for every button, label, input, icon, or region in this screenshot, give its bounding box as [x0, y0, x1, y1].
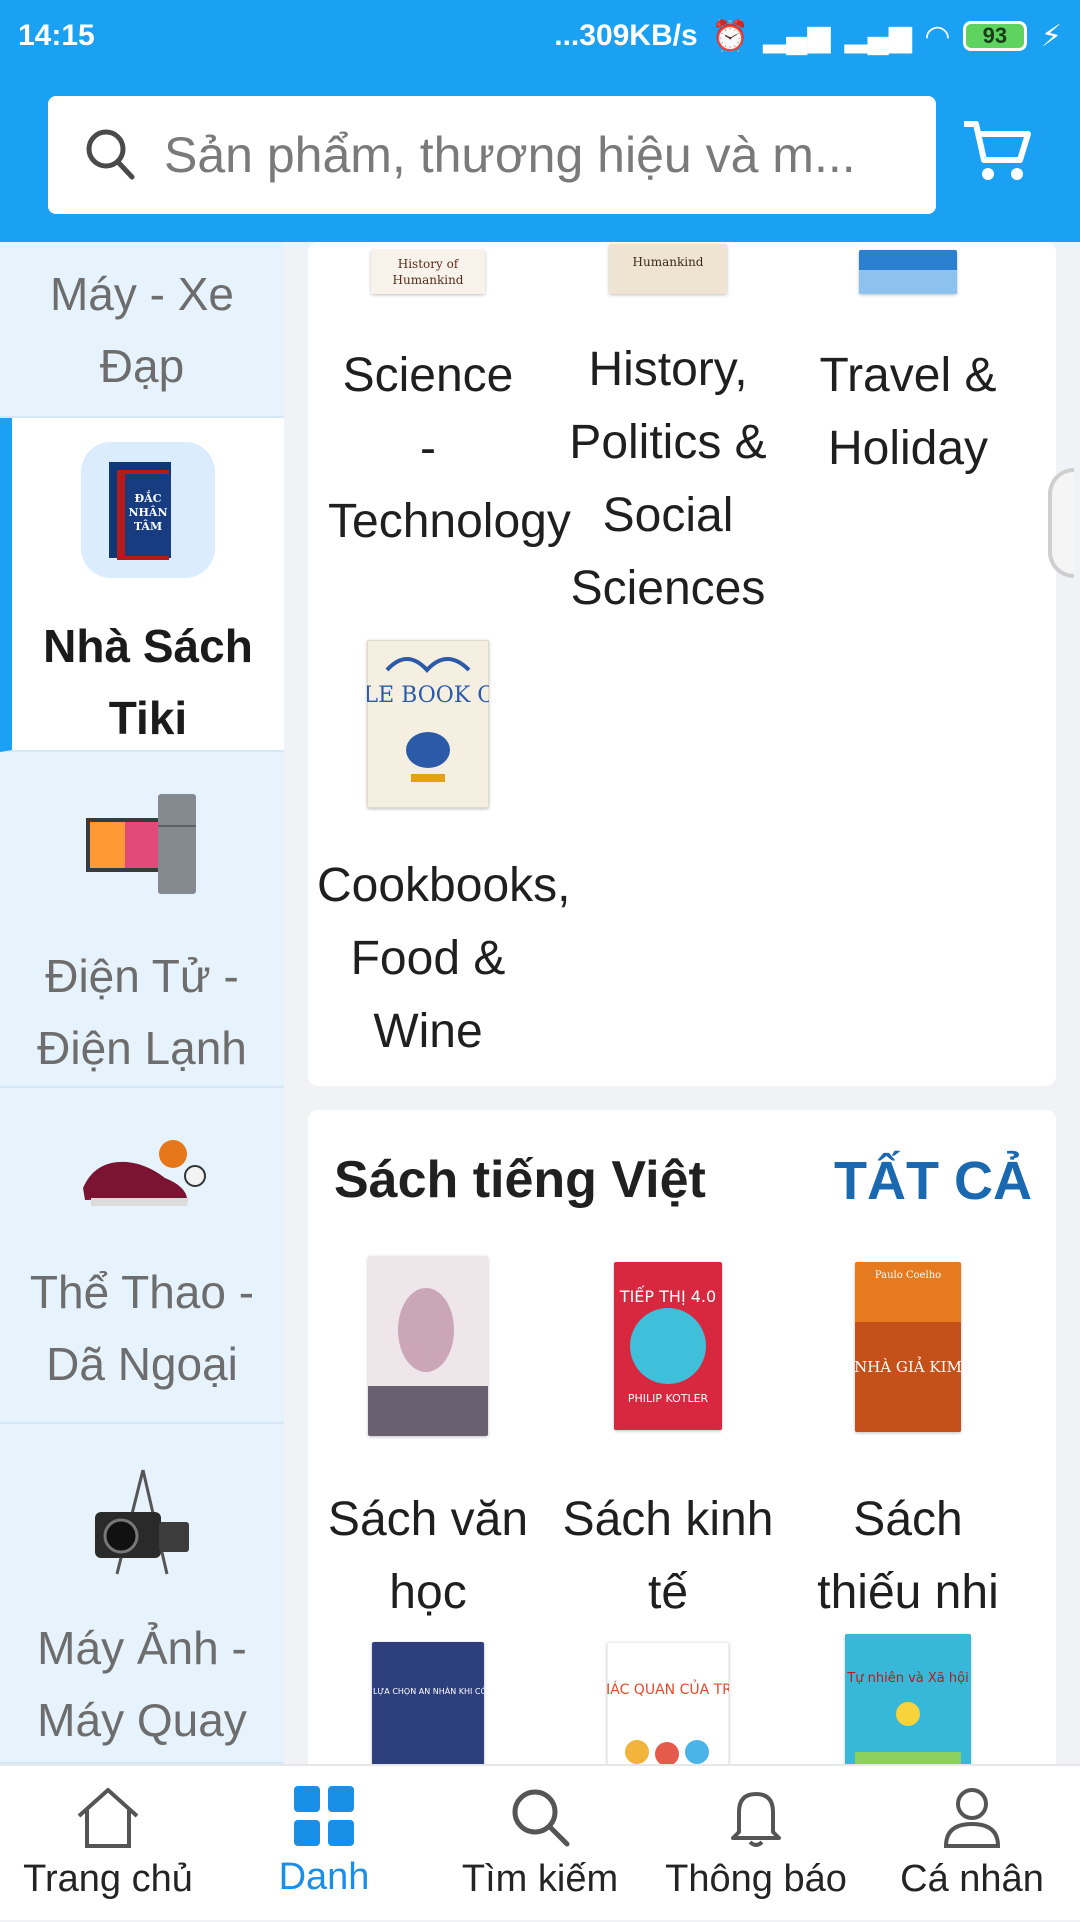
sidebar-item-electronics[interactable]: Điện Tử - Điện Lạnh	[0, 752, 284, 1088]
search-icon	[86, 129, 135, 180]
cover-title: NHÀ GIẢ KIM	[855, 1356, 961, 1376]
sidebar-item-label: Nhà Sách Tiki	[43, 620, 253, 744]
book-cover-thumbnail: History of Humankind	[371, 250, 485, 294]
nav-label: Danh	[278, 1856, 370, 1898]
cover-title: THE LITTLE BOOK OF HYGGE	[367, 683, 489, 708]
svg-text:ĐẮC: ĐẮC	[135, 490, 162, 505]
search-input[interactable]: Sản phẩm, thương hiệu và m...	[48, 96, 936, 214]
book-cover-thumbnail: Humankind	[609, 244, 727, 294]
bottom-navigation: Trang chủ Danh Tìm kiếm Thông báo Cá nhâ…	[0, 1764, 1080, 1920]
camera-icon	[95, 1469, 189, 1575]
svg-text:History of: History of	[398, 257, 460, 271]
home-icon	[77, 1788, 139, 1848]
svg-text:Humankind: Humankind	[393, 273, 464, 287]
category-science-technology[interactable]: History of Humankind Science - Technolog…	[308, 242, 571, 558]
cover-title: ĐỪNG LỰA CHỌN AN NHÀN KHI CÒN TRẺ	[372, 1685, 484, 1696]
book-cover-icon: ĐẮC NHÂN TÂM	[81, 442, 215, 578]
book-cover-thumbnail: Paulo Coelho NHÀ GIẢ KIM	[854, 1262, 962, 1432]
category-sidebar[interactable]: Máy - Xe Đạp ĐẮC NHÂN TÂM Nhà Sách Tiki …	[0, 242, 284, 1764]
book-cover-thumbnail: GIÁC QUAN CỦA TRẺ	[595, 1641, 741, 1770]
wifi-icon: ◠	[925, 19, 949, 53]
cover-title: TIẾP THỊ 4.0	[619, 1285, 716, 1306]
status-time: 14:15	[18, 19, 95, 52]
category-history-politics[interactable]: Humankind History, Politics & Social Sci…	[548, 242, 788, 625]
network-speed: ...309KB/s	[554, 19, 698, 52]
tv-fridge-icon	[86, 794, 196, 894]
category-label: Science - Technology	[328, 349, 571, 548]
sidebar-item-cameras[interactable]: Máy Ảnh - Máy Quay Phim	[0, 1424, 284, 1764]
category-children-books[interactable]: Paulo Coelho NHÀ GIẢ KIM Sách thiếu nhi	[788, 1262, 1028, 1629]
sidebar-item-label: Điện Tử - Điện Lạnh	[37, 950, 247, 1074]
sidebar-item-bicycles[interactable]: Máy - Xe Đạp	[0, 242, 284, 418]
svg-text:PHILIP KOTLER: PHILIP KOTLER	[628, 1392, 709, 1405]
sport-shoes-icon	[83, 1140, 206, 1206]
sidebar-item-label: Máy - Xe Đạp	[49, 268, 235, 392]
book-cover-thumbnail: ĐỪNG LỰA CHỌN AN NHÀN KHI CÒN TRẺ	[345, 1642, 511, 1770]
category-book-5[interactable]: GIÁC QUAN CỦA TRẺ	[548, 1641, 788, 1770]
svg-text:Paulo Coelho: Paulo Coelho	[875, 1270, 941, 1281]
book-cover-thumbnail: Tự nhiên và Xã hội	[845, 1634, 971, 1770]
category-book-6[interactable]: Tự nhiên và Xã hội	[788, 1634, 1028, 1770]
nav-label: Tìm kiếm	[461, 1858, 619, 1900]
app-header: Sản phẩm, thương hiệu và m...	[0, 72, 1080, 242]
cover-title: Tự nhiên và Xã hội	[846, 1671, 968, 1686]
signal-icon-2: ▂▄▆	[844, 19, 912, 53]
sidebar-item-label: Máy Ảnh - Máy Quay Phim	[37, 1622, 247, 1746]
signal-icon: ▂▄▆	[763, 19, 831, 53]
vietnamese-books-card: Sách tiếng Việt TẤT CẢ Sách văn học TIẾP…	[308, 1110, 1056, 1770]
book-cover-thumbnail	[368, 1256, 488, 1436]
book-cover-thumbnail	[859, 250, 957, 294]
bell-icon	[731, 1792, 781, 1847]
category-label: History, Politics & Social Sciences	[569, 343, 767, 615]
category-book-4[interactable]: ĐỪNG LỰA CHỌN AN NHÀN KHI CÒN TRẺ	[308, 1642, 548, 1770]
search-placeholder: Sản phẩm, thương hiệu và m...	[164, 127, 856, 183]
cart-icon[interactable]	[960, 116, 1032, 186]
nav-search[interactable]: Tìm kiếm	[432, 1766, 648, 1922]
see-all-button[interactable]: TẤT CẢ	[834, 1150, 1032, 1212]
section-title: Sách tiếng Việt	[334, 1151, 706, 1209]
status-indicators: ...309KB/s ⏰ ▂▄▆ ▂▄▆ ◠ 93 ⚡	[554, 19, 1062, 54]
nav-profile[interactable]: Cá nhân	[864, 1766, 1080, 1922]
battery-icon: 93	[962, 21, 1027, 51]
category-cookbooks[interactable]: THE LITTLE BOOK OF HYGGE Cookbooks, Food…	[308, 639, 602, 1068]
search-icon	[512, 1789, 570, 1847]
category-literature-books[interactable]: Sách văn học	[308, 1256, 548, 1629]
user-icon	[943, 1788, 1001, 1848]
book-cover-thumbnail: TIẾP THỊ 4.0 PHILIP KOTLER	[614, 1262, 722, 1430]
active-category-pointer	[258, 548, 284, 604]
sidebar-item-sports[interactable]: Thể Thao - Dã Ngoại	[0, 1088, 284, 1424]
nav-home[interactable]: Trang chủ	[0, 1766, 216, 1922]
svg-text:NHÂN: NHÂN	[128, 505, 167, 519]
english-books-card: History of Humankind Science - Technolog…	[308, 242, 1056, 1086]
category-label: Sách văn học	[327, 1493, 529, 1619]
category-economics-books[interactable]: TIẾP THỊ 4.0 PHILIP KOTLER Sách kinh tế	[548, 1262, 788, 1629]
book-cover-thumbnail: THE LITTLE BOOK OF HYGGE	[308, 639, 602, 809]
category-label: Travel & Holiday	[819, 349, 997, 475]
nav-notifications[interactable]: Thông báo	[648, 1766, 864, 1922]
svg-text:Humankind: Humankind	[633, 255, 704, 269]
svg-text:TÂM: TÂM	[134, 519, 162, 533]
sidebar-item-tiki-books[interactable]: ĐẮC NHÂN TÂM Nhà Sách Tiki	[0, 418, 284, 752]
nav-categories[interactable]: Danh	[216, 1766, 432, 1922]
category-label: Sách thiếu nhi	[817, 1493, 999, 1619]
category-label: Cookbooks, Food & Wine	[317, 859, 571, 1058]
category-travel-holiday[interactable]: Travel & Holiday	[788, 242, 1028, 485]
nav-label: Trang chủ	[23, 1858, 193, 1900]
cover-title: GIÁC QUAN CỦA TRẺ	[607, 1679, 729, 1698]
charging-icon: ⚡	[1040, 19, 1062, 53]
status-bar: 14:15 ...309KB/s ⏰ ▂▄▆ ▂▄▆ ◠ 93 ⚡	[0, 0, 1080, 72]
side-drawer-handle[interactable]	[1048, 468, 1074, 578]
grid-icon	[294, 1786, 354, 1846]
category-label: Sách kinh tế	[562, 1493, 774, 1619]
sidebar-item-label: Thể Thao - Dã Ngoại	[29, 1266, 255, 1390]
nav-label: Thông báo	[665, 1858, 847, 1900]
nav-label: Cá nhân	[900, 1858, 1044, 1900]
alarm-icon: ⏰	[711, 19, 750, 53]
